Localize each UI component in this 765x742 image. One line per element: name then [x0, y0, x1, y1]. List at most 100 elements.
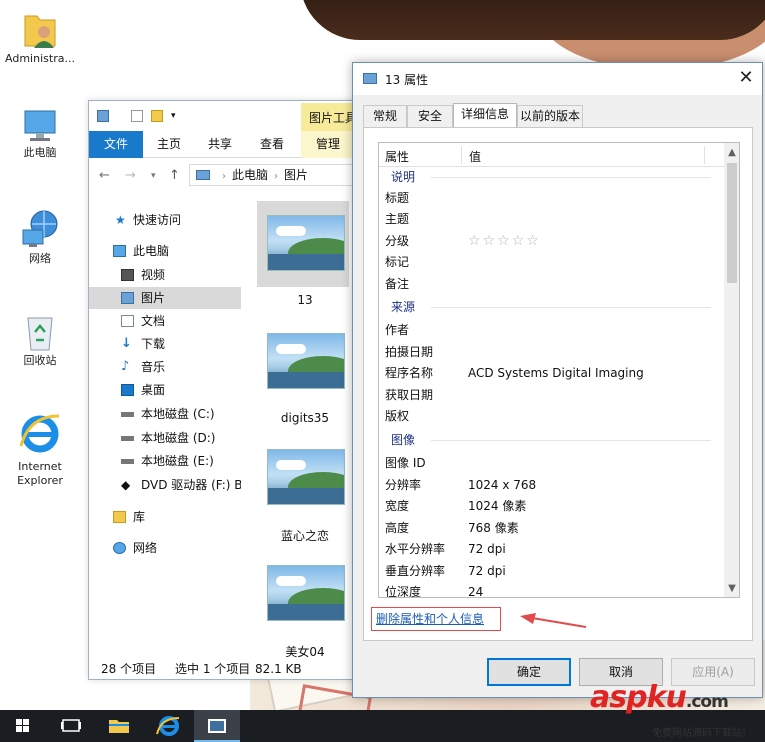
property-row[interactable]: 获取日期	[379, 385, 724, 406]
nav-dvd-drive[interactable]: ◆ DVD 驱动器 (F:) Bo	[89, 474, 241, 496]
desktop-icon-user-folder[interactable]: Administra...	[0, 10, 80, 66]
taskbar-photos-app[interactable]	[194, 710, 240, 742]
property-row[interactable]: 分级 ☆☆☆☆☆	[379, 231, 724, 252]
nav-drive-d[interactable]: 本地磁盘 (D:)	[89, 427, 241, 449]
desktop-icon-label: 回收站	[23, 354, 57, 367]
property-row[interactable]: 作者	[379, 320, 724, 341]
column-header-property[interactable]: 属性	[385, 148, 409, 165]
group-divider	[431, 177, 711, 178]
tab-view[interactable]: 查看	[247, 131, 297, 158]
quick-access-toolbar: ▾ 图片工具	[89, 101, 389, 131]
property-row[interactable]: 图像 ID	[379, 453, 724, 474]
selected-count: 选中 1 个项目	[175, 662, 251, 676]
property-row[interactable]: 拍摄日期	[379, 342, 724, 363]
tab-manage[interactable]: 管理	[301, 131, 355, 158]
tab-security[interactable]: 安全	[407, 105, 453, 127]
task-view-button[interactable]	[48, 710, 94, 742]
property-row[interactable]: 标题	[379, 188, 724, 209]
property-key: 分级	[385, 234, 410, 248]
nav-videos[interactable]: 视频	[89, 264, 241, 286]
computer-icon	[113, 245, 126, 257]
nav-label: 库	[133, 510, 146, 524]
rating-stars[interactable]: ☆☆☆☆☆	[468, 231, 541, 252]
nav-pictures[interactable]: 图片	[89, 287, 241, 309]
taskbar-internet-explorer[interactable]	[146, 710, 192, 742]
property-value: 72 dpi	[468, 542, 506, 556]
property-row[interactable]: 高度 768 像素	[379, 518, 724, 539]
dialog-tabs: 常规 安全 详细信息 以前的版本	[363, 103, 753, 128]
scroll-up-icon[interactable]: ▲	[724, 145, 739, 161]
status-bar: 28 个项目 选中 1 个项目 82.1 KB	[89, 659, 389, 679]
hard-drive-icon	[121, 459, 134, 464]
property-key: 拍摄日期	[385, 345, 434, 359]
property-key: 标题	[385, 191, 410, 205]
tab-details[interactable]: 详细信息	[453, 103, 517, 128]
property-row[interactable]: 水平分辨率 72 dpi	[379, 539, 724, 560]
nav-label: 下载	[141, 337, 166, 351]
desktop-icon-computer[interactable]: 此电脑	[0, 108, 80, 160]
tab-previous-versions[interactable]: 以前的版本	[517, 105, 583, 127]
file-thumbnail[interactable]: 美女04	[257, 551, 353, 660]
breadcrumb-this-pc[interactable]: 此电脑	[232, 168, 268, 182]
property-key: 高度	[385, 521, 410, 535]
properties-icon[interactable]	[131, 110, 143, 122]
group-divider	[431, 440, 711, 441]
property-key: 图像 ID	[385, 456, 426, 470]
nav-music[interactable]: ♪ 音乐	[89, 356, 241, 378]
tab-home[interactable]: 主页	[145, 131, 193, 158]
tab-share[interactable]: 共享	[195, 131, 245, 158]
nav-drive-e[interactable]: 本地磁盘 (E:)	[89, 450, 241, 472]
tab-general[interactable]: 常规	[363, 105, 407, 127]
customize-toolbar-icon[interactable]: ▾	[171, 110, 183, 122]
property-row[interactable]: 分辨率 1024 x 768	[379, 475, 724, 496]
file-thumbnail[interactable]: digits35	[257, 319, 353, 425]
property-row[interactable]: 位深度 24	[379, 582, 724, 597]
ok-button[interactable]: 确定	[487, 658, 571, 686]
image-preview	[267, 449, 345, 505]
scroll-down-icon[interactable]: ▼	[724, 581, 739, 597]
nav-drive-c[interactable]: 本地磁盘 (C:)	[89, 403, 241, 425]
new-folder-icon[interactable]	[151, 110, 163, 122]
property-row[interactable]: 标记	[379, 252, 724, 273]
scrollbar-thumb[interactable]	[727, 163, 737, 283]
nav-label: 本地磁盘 (D:)	[141, 431, 216, 445]
recent-locations-icon[interactable]: ▾	[151, 171, 156, 181]
forward-arrow-icon[interactable]: →	[125, 168, 136, 183]
nav-libraries[interactable]: 库	[89, 506, 241, 528]
tab-file[interactable]: 文件	[89, 131, 143, 158]
back-arrow-icon[interactable]: ←	[99, 168, 110, 183]
property-row[interactable]: 程序名称 ACD Systems Digital Imaging	[379, 363, 724, 384]
desktop-icon-recycle-bin[interactable]: 回收站	[0, 312, 80, 368]
column-header-value[interactable]: 值	[469, 148, 481, 165]
recycle-bin-icon	[27, 317, 53, 351]
nav-quick-access[interactable]: ★ 快速访问	[89, 209, 241, 231]
property-row[interactable]: 备注	[379, 274, 724, 295]
star-icon: ★	[115, 213, 126, 227]
remove-properties-link[interactable]: 删除属性和个人信息	[376, 612, 484, 626]
file-name: digits35	[280, 411, 330, 425]
property-key: 版权	[385, 409, 410, 423]
property-list[interactable]: 属性 值 说明 标题 主题 分级 ☆☆☆☆☆ 标记 备注 来源 作者 拍摄日期 程…	[378, 142, 740, 598]
property-row[interactable]: 版权	[379, 406, 724, 427]
wallpaper-hair	[300, 0, 765, 40]
property-row[interactable]: 主题	[379, 209, 724, 230]
up-arrow-icon[interactable]: ↑	[169, 168, 180, 183]
file-thumbnail[interactable]: 13	[257, 201, 353, 307]
nav-downloads[interactable]: ↓ 下载	[89, 333, 241, 355]
nav-documents[interactable]: 文档	[89, 310, 241, 332]
nav-desktop[interactable]: 桌面	[89, 379, 241, 401]
taskbar-file-explorer[interactable]	[96, 710, 142, 742]
close-icon[interactable]: ✕	[735, 67, 757, 89]
start-button[interactable]	[0, 710, 46, 742]
file-thumbnail[interactable]: 蓝心之恋	[257, 435, 353, 544]
desktop-icon-network[interactable]: 网络	[0, 208, 80, 266]
property-key: 主题	[385, 212, 410, 226]
nav-network[interactable]: 网络	[89, 537, 241, 559]
property-row[interactable]: 宽度 1024 像素	[379, 496, 724, 517]
breadcrumb-pictures[interactable]: 图片	[284, 168, 308, 182]
nav-this-pc[interactable]: 此电脑	[89, 240, 241, 262]
property-row[interactable]: 垂直分辨率 72 dpi	[379, 561, 724, 582]
vertical-scrollbar[interactable]: ▲ ▼	[724, 143, 739, 597]
desktop-icon-internet-explorer[interactable]: Internet Explorer	[0, 410, 80, 488]
watermark-brand: aspku	[590, 680, 687, 715]
